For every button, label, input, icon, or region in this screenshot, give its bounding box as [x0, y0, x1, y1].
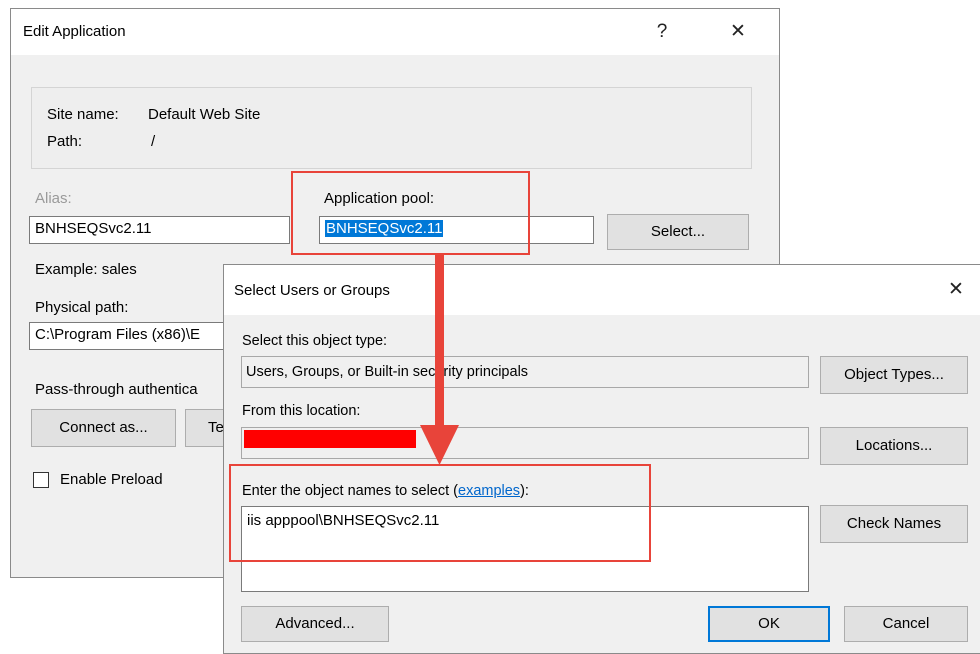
arrow-head: [420, 425, 459, 465]
arrow-shaft: [435, 255, 444, 427]
red-arrow-icon: [420, 255, 459, 465]
